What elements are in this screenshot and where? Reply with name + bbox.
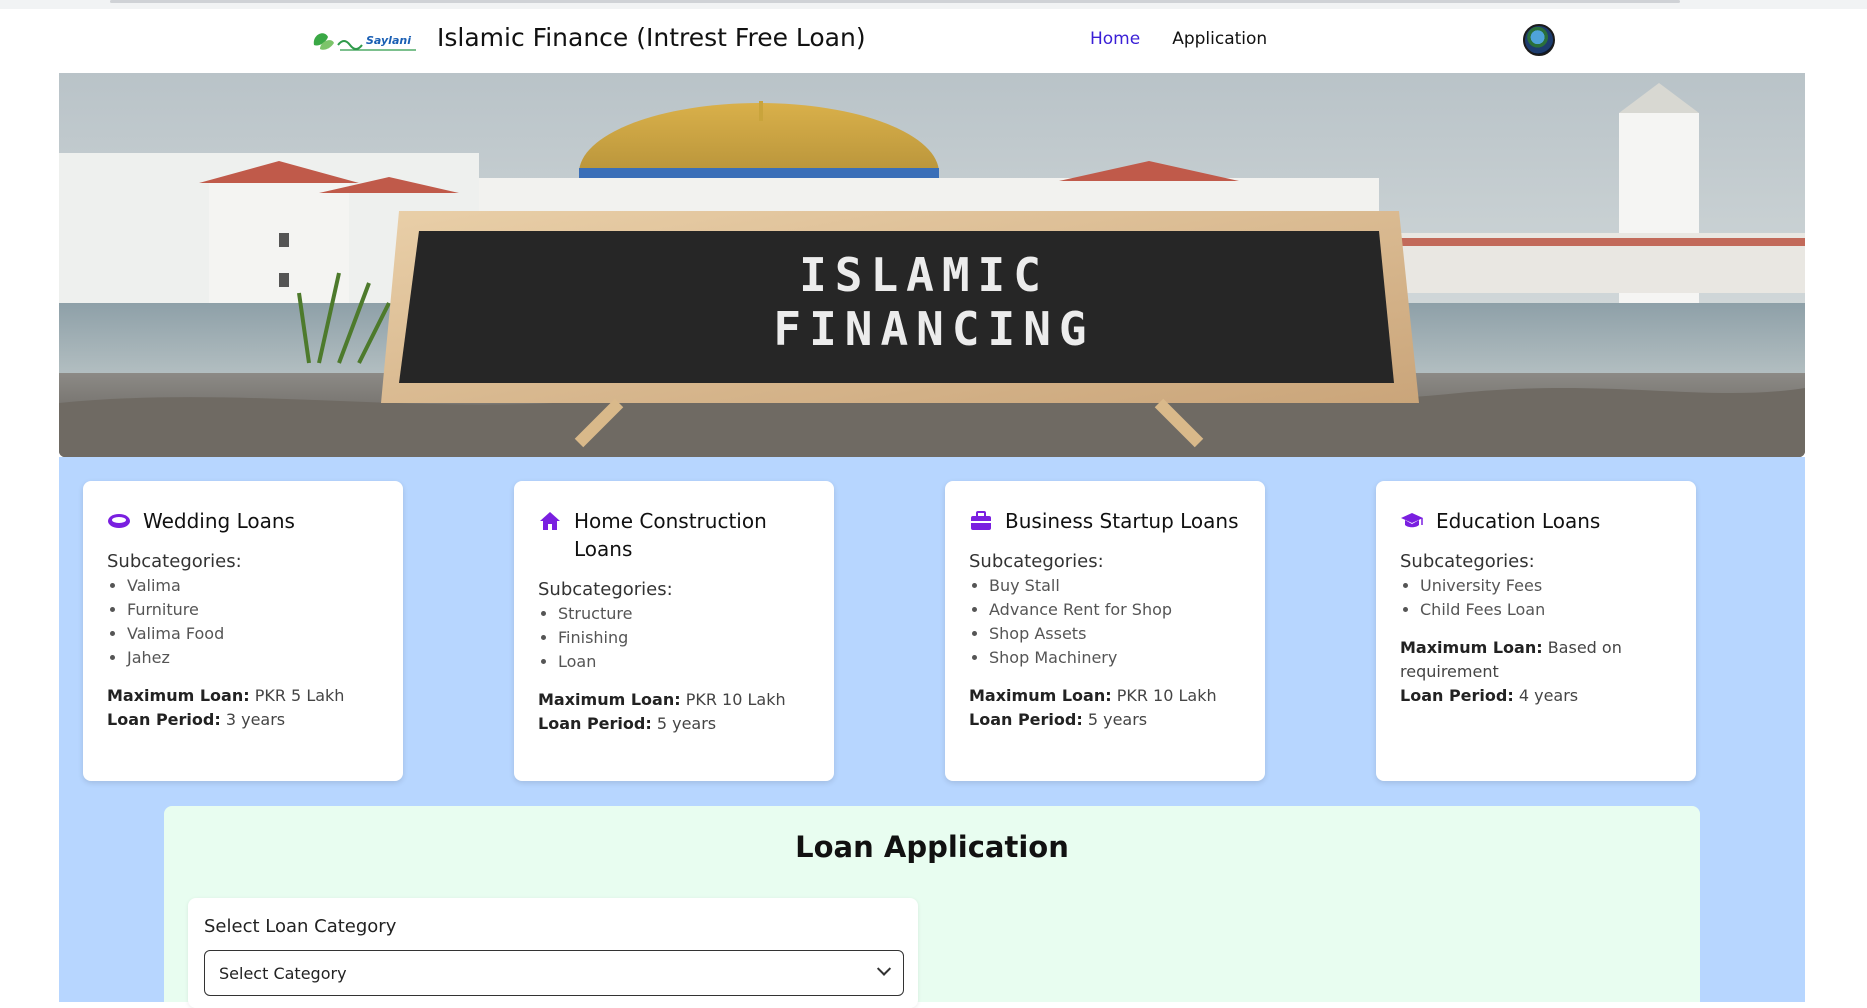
loan-card-home-construction: Home Construction Loans Subcategories: S… — [514, 481, 834, 781]
loan-categories-section: Wedding Loans Subcategories: Valima Furn… — [59, 457, 1805, 1008]
ring-icon — [107, 507, 131, 535]
loan-application-panel: Loan Application Select Loan Category Se… — [164, 806, 1700, 1008]
subcategory-list: University Fees Child Fees Loan — [1400, 574, 1672, 622]
list-item: Structure — [558, 602, 810, 626]
list-item: Buy Stall — [989, 574, 1241, 598]
navbar: Saylani Islamic Finance (Intrest Free Lo… — [0, 9, 1867, 73]
browser-scroll-strip — [0, 0, 1867, 9]
max-loan-value: PKR 5 Lakh — [254, 686, 345, 705]
max-loan-label: Maximum Loan: — [969, 686, 1112, 705]
list-item: University Fees — [1420, 574, 1672, 598]
loan-period-label: Loan Period: — [538, 714, 652, 733]
nav-link-home[interactable]: Home — [1090, 29, 1140, 49]
max-loan-value: PKR 10 Lakh — [1116, 686, 1217, 705]
subcategories-label: Subcategories: — [107, 551, 242, 572]
loan-period-label: Loan Period: — [969, 710, 1083, 729]
user-avatar[interactable] — [1523, 24, 1555, 56]
list-item: Jahez — [127, 646, 379, 670]
list-item: Child Fees Loan — [1420, 598, 1672, 622]
logo-text: Saylani — [366, 34, 411, 47]
max-loan-label: Maximum Loan: — [1400, 638, 1543, 657]
nav-link-application[interactable]: Application — [1172, 29, 1267, 49]
card-title: Education Loans — [1436, 509, 1601, 533]
card-title: Business Startup Loans — [1005, 509, 1239, 533]
category-label: Select Loan Category — [204, 916, 397, 937]
category-select-value: Select Category — [219, 963, 347, 983]
subcategories-label: Subcategories: — [969, 551, 1104, 572]
loan-card-education: Education Loans Subcategories: Universit… — [1376, 481, 1696, 781]
subcategory-list: Valima Furniture Valima Food Jahez — [107, 574, 379, 670]
list-item: Furniture — [127, 598, 379, 622]
briefcase-icon — [969, 507, 993, 535]
list-item: Loan — [558, 650, 810, 674]
max-loan-label: Maximum Loan: — [107, 686, 250, 705]
saylani-logo[interactable]: Saylani — [310, 27, 420, 55]
loan-period-label: Loan Period: — [107, 710, 221, 729]
subcategories-label: Subcategories: — [1400, 551, 1535, 572]
category-select[interactable]: Select Category — [204, 950, 904, 996]
loan-period-label: Loan Period: — [1400, 686, 1514, 705]
list-item: Valima — [127, 574, 379, 598]
nav-links: Home Application — [1090, 29, 1267, 49]
max-loan-label: Maximum Loan: — [538, 690, 681, 709]
max-loan-value: PKR 10 Lakh — [685, 690, 786, 709]
list-item: Advance Rent for Shop — [989, 598, 1241, 622]
list-item: Valima Food — [127, 622, 379, 646]
card-title: Wedding Loans — [143, 509, 295, 533]
hero-image: ISLAMIC FINANCING — [59, 73, 1805, 457]
horizontal-scrollbar[interactable] — [110, 0, 1680, 3]
loan-card-business-startup: Business Startup Loans Subcategories: Bu… — [945, 481, 1265, 781]
list-item: Shop Assets — [989, 622, 1241, 646]
home-icon — [538, 507, 562, 535]
list-item: Shop Machinery — [989, 646, 1241, 670]
loan-period-value: 5 years — [1087, 710, 1148, 729]
chevron-down-icon — [876, 961, 892, 976]
subcategory-list: Buy Stall Advance Rent for Shop Shop Ass… — [969, 574, 1241, 670]
subcategories-label: Subcategories: — [538, 579, 673, 600]
subcategory-list: Structure Finishing Loan — [538, 602, 810, 674]
graduation-cap-icon — [1400, 507, 1424, 535]
list-item: Finishing — [558, 626, 810, 650]
sign-line-1: ISLAMIC — [799, 248, 1049, 302]
category-form-card: Select Loan Category Select Category — [188, 898, 918, 1008]
loan-period-value: 3 years — [225, 710, 286, 729]
application-title: Loan Application — [795, 830, 1069, 864]
card-title: Home Construction Loans — [574, 509, 767, 561]
loan-period-value: 5 years — [656, 714, 717, 733]
hero-banner: ISLAMIC FINANCING — [59, 73, 1805, 457]
loan-period-value: 4 years — [1518, 686, 1579, 705]
brand-title[interactable]: Islamic Finance (Intrest Free Loan) — [437, 23, 866, 52]
sign-line-2: FINANCING — [773, 302, 1094, 356]
loan-card-wedding: Wedding Loans Subcategories: Valima Furn… — [83, 481, 403, 781]
